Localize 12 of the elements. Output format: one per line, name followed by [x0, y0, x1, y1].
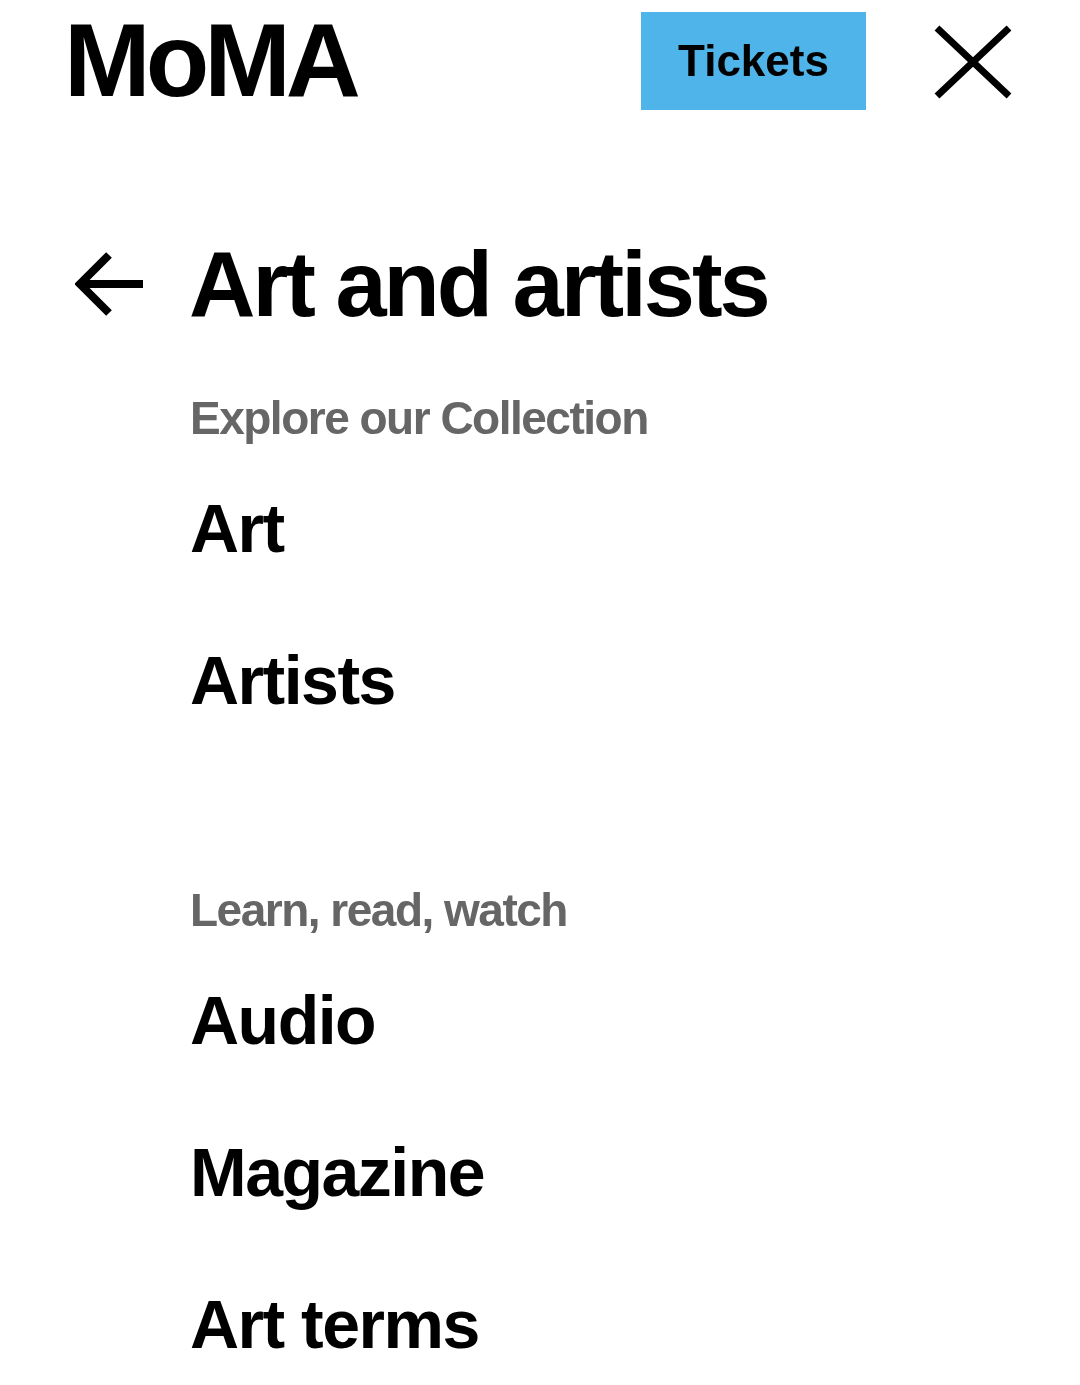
menu-link[interactable]: Art	[190, 488, 284, 568]
menu-title: Art and artists	[189, 236, 768, 332]
section-heading: Explore our Collection	[190, 391, 648, 446]
tickets-button[interactable]: Tickets	[641, 12, 866, 110]
menu-link[interactable]: Magazine	[190, 1132, 485, 1212]
logo[interactable]: MoMA	[64, 8, 356, 112]
menu-link[interactable]: Artists	[190, 640, 395, 720]
menu-link[interactable]: Audio	[190, 980, 376, 1060]
menu-link[interactable]: Art terms	[190, 1284, 479, 1364]
back-arrow-icon[interactable]	[75, 251, 145, 317]
close-icon[interactable]	[934, 25, 1012, 99]
section-heading: Learn, read, watch	[190, 883, 567, 938]
